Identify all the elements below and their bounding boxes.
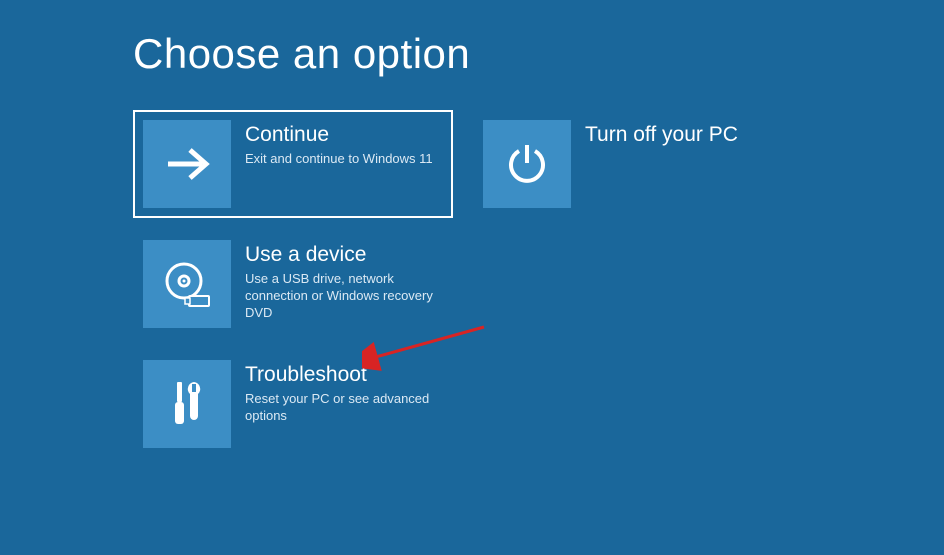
- continue-desc: Exit and continue to Windows 11: [245, 151, 433, 168]
- troubleshoot-desc: Reset your PC or see advanced options: [245, 391, 441, 425]
- usedevice-title: Use a device: [245, 242, 441, 267]
- power-icon: [483, 120, 571, 208]
- turnoff-tile[interactable]: Turn off your PC: [473, 110, 793, 218]
- page-title: Choose an option: [133, 30, 814, 78]
- grid-spacer: [473, 230, 793, 338]
- troubleshoot-title: Troubleshoot: [245, 362, 441, 387]
- troubleshoot-tile[interactable]: Troubleshoot Reset your PC or see advanc…: [133, 350, 453, 458]
- continue-tile[interactable]: Continue Exit and continue to Windows 11: [133, 110, 453, 218]
- turnoff-title: Turn off your PC: [585, 122, 738, 147]
- usedevice-desc: Use a USB drive, network connection or W…: [245, 271, 441, 322]
- options-grid: Continue Exit and continue to Windows 11…: [133, 110, 814, 458]
- arrow-right-icon: [143, 120, 231, 208]
- continue-title: Continue: [245, 122, 433, 147]
- disc-usb-icon: [143, 240, 231, 328]
- usedevice-tile[interactable]: Use a device Use a USB drive, network co…: [133, 230, 453, 338]
- tools-icon: [143, 360, 231, 448]
